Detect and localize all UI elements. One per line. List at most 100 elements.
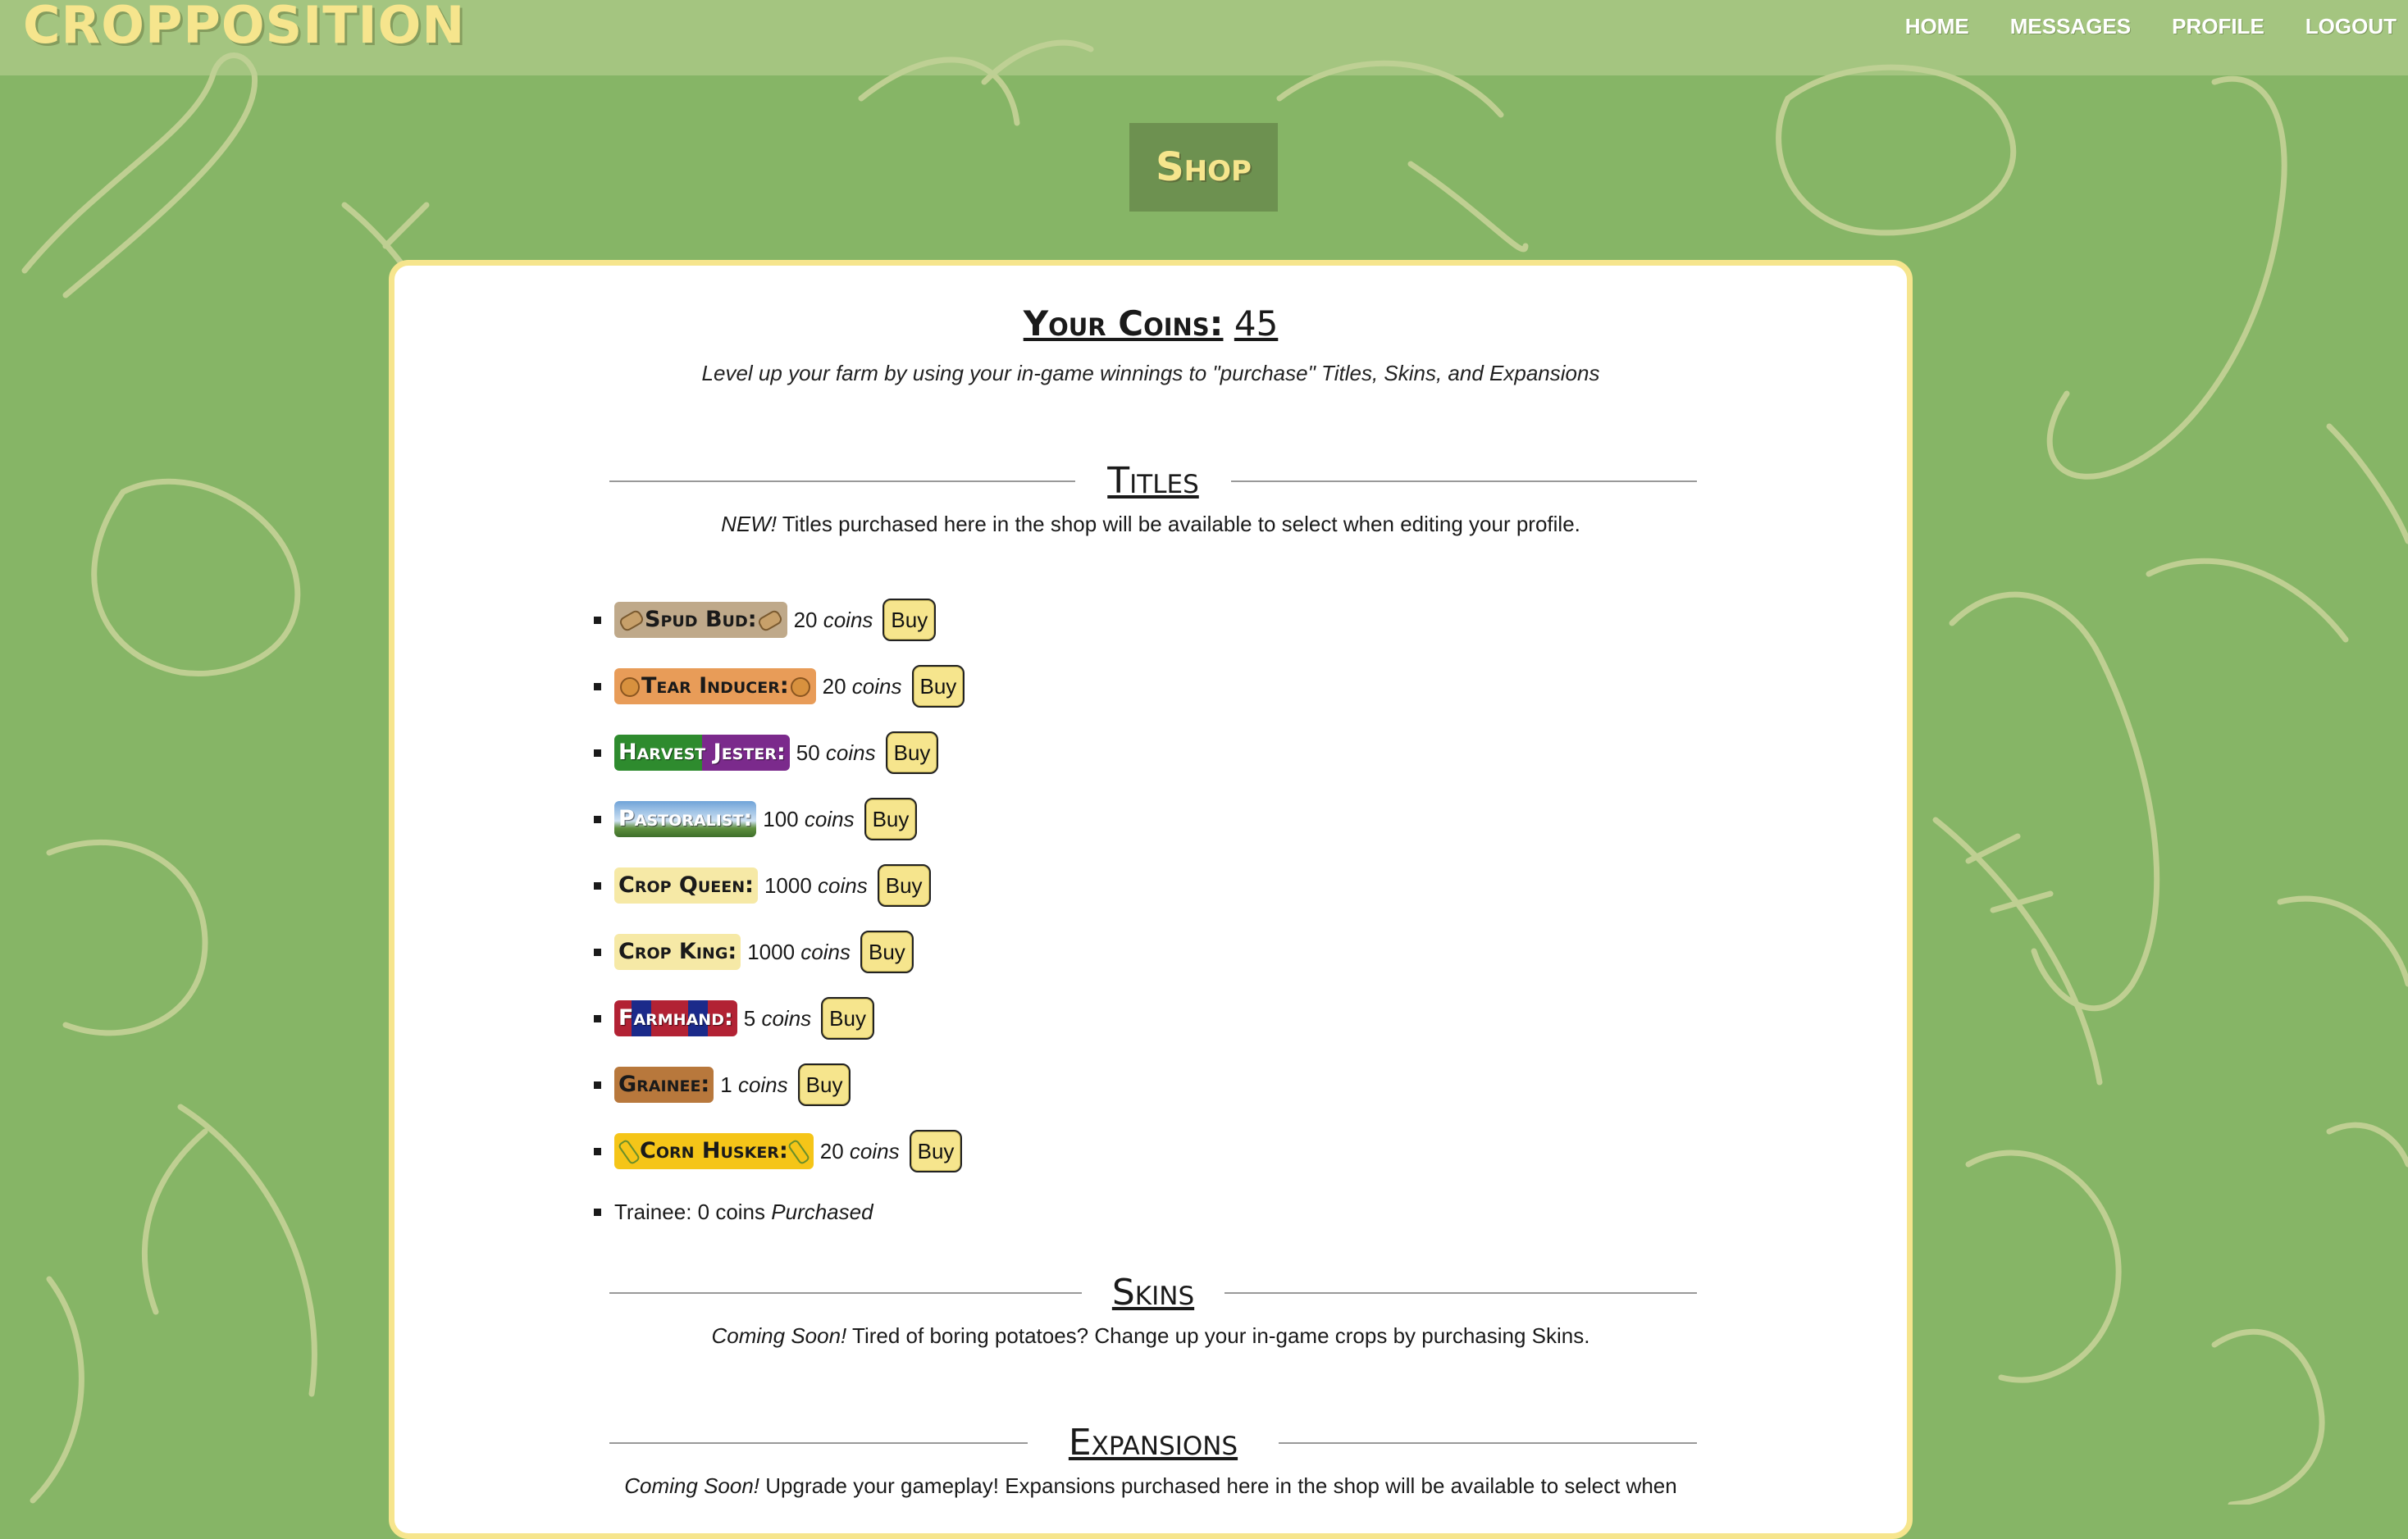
titles-heading: Titles <box>1107 460 1199 502</box>
title-name: Spud Bud: <box>645 607 757 632</box>
list-bullet <box>594 1014 601 1022</box>
list-bullet <box>594 881 601 890</box>
price-unit: coins <box>800 939 851 964</box>
expansions-note-text: Upgrade your gameplay! Expansions purcha… <box>759 1473 1677 1498</box>
list-item-title: Crop King: 1000 coins Buy <box>594 927 914 977</box>
nav-logout-link[interactable]: LOGOUT <box>2305 13 2397 54</box>
price-spacer <box>732 1072 738 1097</box>
expansions-note: Coming Soon! Upgrade your gameplay! Expa… <box>394 1473 1907 1499</box>
price-spacer <box>799 807 805 831</box>
list-item-title: Farmhand: 5 coins Buy <box>594 994 874 1043</box>
list-item-title: Grainee: 1 coins Buy <box>594 1060 851 1109</box>
title-badge: Farmhand: <box>614 1000 737 1036</box>
title-name: Crop Queen: <box>618 872 754 898</box>
price-value: 20 <box>822 673 846 699</box>
buy-button[interactable]: Buy <box>882 599 937 641</box>
buy-button[interactable]: Buy <box>877 864 931 907</box>
buy-button[interactable]: Buy <box>909 1130 963 1172</box>
buy-button[interactable]: Buy <box>864 798 918 840</box>
nav-links: HOME MESSAGES PROFILE LOGOUT <box>1905 13 2408 54</box>
list-item-trainee: Trainee: 0 coins Purchased <box>594 1191 873 1232</box>
price-unit: coins <box>825 740 876 765</box>
onion-icon <box>620 676 640 697</box>
titles-note-text: Titles purchased here in the shop will b… <box>776 512 1580 536</box>
price-unit: coins <box>804 806 855 831</box>
title-price: 20 coins <box>823 674 902 699</box>
title-price: 100 coins <box>763 807 854 832</box>
list-item-title: Harvest Jester: 50 coins Buy <box>594 728 939 777</box>
list-item-title: Spud Bud: 20 coins Buy <box>594 595 937 644</box>
list-bullet <box>594 815 601 823</box>
titles-section-header: Titles <box>609 457 1697 506</box>
title-badge: Corn Husker: <box>614 1133 814 1169</box>
brand-logo[interactable]: CROPPOSITION <box>23 0 465 55</box>
price-value: 1000 <box>747 939 796 964</box>
title-badge: Pastoralist: <box>614 801 757 837</box>
title-badge: Grainee: <box>614 1067 714 1103</box>
title-price: 50 coins <box>796 740 876 766</box>
corn-icon <box>787 1138 811 1165</box>
page-title: Shop <box>1129 123 1278 212</box>
shop-card: Your Coins: 45 Level up your farm by usi… <box>389 260 1913 1539</box>
title-name: Corn Husker: <box>640 1138 788 1163</box>
price-unit: coins <box>849 1138 900 1163</box>
corn-icon <box>617 1138 641 1165</box>
nav-messages-link[interactable]: MESSAGES <box>2010 13 2131 54</box>
title-name: Harvest Jester: <box>618 740 786 765</box>
title-price: 20 coins <box>820 1139 900 1164</box>
price-spacer <box>812 873 818 898</box>
price-spacer <box>817 608 823 632</box>
price-value: 1 <box>720 1072 732 1097</box>
list-item-title: Corn Husker: 20 coins Buy <box>594 1127 963 1176</box>
title-price: 1000 coins <box>764 873 868 899</box>
title-badge: Spud Bud: <box>614 602 787 638</box>
price-unit: coins <box>737 1072 788 1097</box>
list-bullet <box>594 616 601 624</box>
expansions-heading: Expansions <box>1068 1422 1238 1464</box>
trainee-status: Purchased <box>771 1199 873 1224</box>
title-price: 1000 coins <box>747 940 851 965</box>
price-value: 50 <box>796 740 820 765</box>
price-spacer <box>844 1139 850 1163</box>
price-value: 20 <box>819 1138 844 1163</box>
price-value: 20 <box>793 607 818 632</box>
list-bullet <box>594 1208 601 1216</box>
nav-profile-link[interactable]: PROFILE <box>2172 13 2264 54</box>
price-value: 1000 <box>764 872 812 898</box>
skins-section-header: Skins <box>609 1268 1697 1318</box>
title-name: Pastoralist: <box>618 806 753 831</box>
list-bullet <box>594 1081 601 1089</box>
buy-button[interactable]: Buy <box>860 931 914 973</box>
title-name: Grainee: <box>618 1072 710 1097</box>
titles-note-emphasis: NEW! <box>721 512 777 536</box>
price-value: 5 <box>743 1005 756 1031</box>
title-name: Tear Inducer: <box>641 673 789 699</box>
expansions-section-header: Expansions <box>609 1418 1697 1468</box>
price-unit: coins <box>851 673 902 699</box>
potato-icon <box>755 608 784 633</box>
coins-balance: Your Coins: 45 <box>394 303 1907 344</box>
buy-button[interactable]: Buy <box>911 665 965 708</box>
list-bullet <box>594 682 601 690</box>
list-item-title: Crop Queen: 1000 coins Buy <box>594 861 931 910</box>
list-bullet <box>594 948 601 956</box>
title-badge: Crop Queen: <box>614 867 758 904</box>
title-name: Farmhand: <box>618 1005 733 1031</box>
nav-home-link[interactable]: HOME <box>1905 13 1969 54</box>
skins-note: Coming Soon! Tired of boring potatoes? C… <box>394 1323 1907 1349</box>
list-item-title: Tear Inducer: 20 coins Buy <box>594 662 965 711</box>
price-value: 100 <box>763 806 799 831</box>
buy-button[interactable]: Buy <box>885 731 939 774</box>
list-bullet <box>594 749 601 757</box>
expansions-note-emphasis: Coming Soon! <box>624 1473 760 1498</box>
buy-button[interactable]: Buy <box>797 1063 851 1106</box>
coins-value: 45 <box>1234 303 1279 344</box>
trainee-spacer <box>765 1200 771 1225</box>
title-price: 5 coins <box>744 1006 811 1031</box>
skins-note-emphasis: Coming Soon! <box>711 1323 847 1348</box>
price-unit: coins <box>761 1005 812 1031</box>
list-bullet <box>594 1147 601 1155</box>
price-unit: coins <box>823 607 873 632</box>
skins-note-text: Tired of boring potatoes? Change up your… <box>846 1323 1590 1348</box>
buy-button[interactable]: Buy <box>821 997 874 1040</box>
